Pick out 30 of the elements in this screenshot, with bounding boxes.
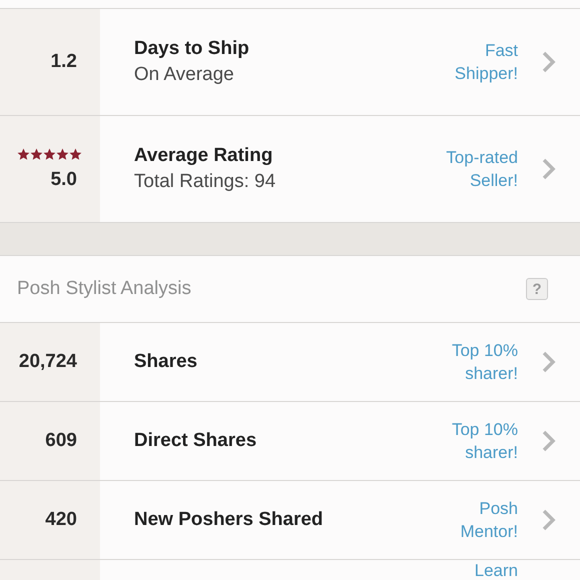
stat-sublabel: On Average	[134, 64, 236, 86]
stat-value: 609	[45, 430, 77, 452]
help-button[interactable]: ?	[526, 278, 548, 300]
chevron-icon	[542, 158, 556, 180]
badge-link[interactable]: Top-rated Seller!	[446, 146, 518, 192]
stat-value: 1.2	[50, 51, 77, 73]
stat-sublabel: Total Ratings: 94	[134, 171, 277, 193]
chevron-icon	[542, 509, 556, 531]
stat-label: Days to Ship	[134, 38, 250, 60]
stat-label: New Poshers Shared	[134, 509, 324, 531]
badge-link[interactable]: Top 10% sharer!	[452, 339, 518, 385]
stat-value: 5.0	[50, 168, 77, 190]
stat-label: Average Rating	[134, 145, 274, 167]
chevron-icon	[542, 351, 556, 373]
stat-label: Shares	[134, 351, 198, 373]
chevron-icon	[542, 51, 556, 73]
stat-value: 20,724	[18, 351, 77, 373]
star-icon	[17, 148, 30, 160]
star-icon	[56, 148, 69, 160]
badge-link[interactable]: Learn	[474, 561, 518, 580]
chevron-icon	[542, 430, 556, 452]
star-icon	[30, 148, 43, 160]
section-title: Posh Stylist Analysis	[17, 278, 192, 300]
star-icon	[69, 148, 82, 160]
badge-link[interactable]: Top 10% sharer!	[452, 418, 518, 464]
stat-value: 420	[45, 509, 77, 531]
stat-label: Direct Shares	[134, 430, 258, 452]
badge-link[interactable]: Fast Shipper!	[454, 39, 518, 85]
badge-link[interactable]: Posh Mentor!	[460, 497, 518, 543]
star-icon	[43, 148, 56, 160]
